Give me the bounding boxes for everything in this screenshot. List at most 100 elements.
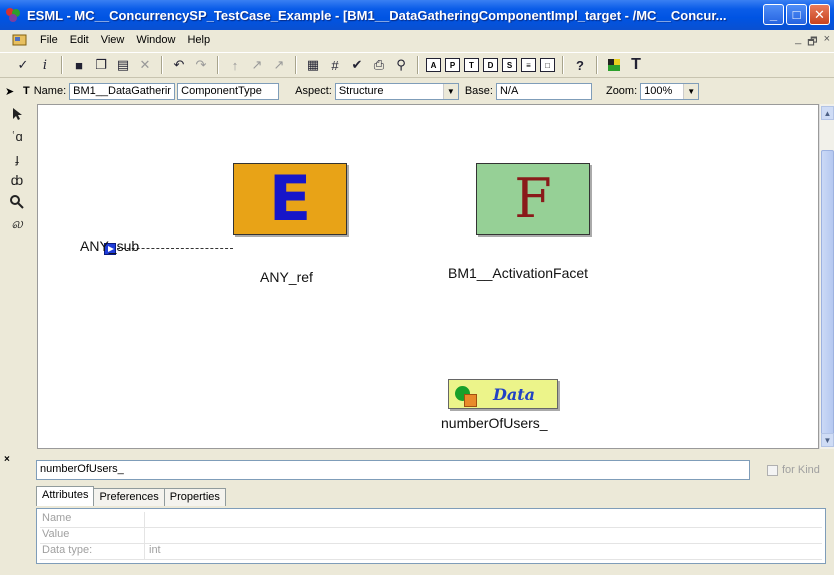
aspect-list-icon[interactable]: ≡: [521, 58, 536, 72]
name-label: Name:: [33, 85, 67, 97]
toolbar-separator: [295, 56, 297, 74]
aspect-s-icon[interactable]: S: [502, 58, 517, 72]
app-icon: [5, 7, 21, 23]
maximize-button[interactable]: □: [786, 4, 807, 25]
type-field: ComponentType: [177, 82, 280, 100]
attribute-key: Name: [40, 512, 145, 527]
diagram-canvas[interactable]: ANY_sub E ANY_ref F BM1__ActivationFacet…: [37, 104, 819, 449]
zoom-icon[interactable]: [7, 193, 27, 211]
tab-attributes[interactable]: Attributes: [36, 486, 95, 506]
for-kind-checkbox[interactable]: for Kind: [767, 464, 820, 476]
attribute-value[interactable]: int: [145, 544, 161, 559]
attribute-value[interactable]: [145, 528, 149, 543]
attribute-row: Data type: int: [40, 544, 822, 560]
aspect-d-icon[interactable]: D: [483, 58, 498, 72]
data-label: numberOfUsers_: [441, 415, 548, 431]
object-browser-panel: × numberOfUsers_ for Kind Attributes Pre…: [0, 452, 834, 575]
disconnect-icon[interactable]: ɟ: [7, 149, 27, 167]
tab-preferences[interactable]: Preferences: [93, 488, 165, 506]
scroll-up-button[interactable]: ▲: [821, 106, 834, 120]
menu-window[interactable]: Window: [130, 34, 181, 46]
help-icon[interactable]: ?: [571, 56, 589, 74]
any-ref-label: ANY_ref: [260, 269, 313, 285]
data-box[interactable]: Data: [448, 379, 558, 409]
toolbar-separator: [161, 56, 163, 74]
aspect-window-icon[interactable]: □: [540, 58, 555, 72]
chevron-down-icon[interactable]: ▼: [442, 83, 458, 99]
aspect-select[interactable]: Structure ▼: [334, 82, 459, 100]
verify-icon[interactable]: ✔: [348, 56, 366, 74]
close-button[interactable]: ✕: [809, 4, 830, 25]
activation-facet-box[interactable]: F: [476, 163, 590, 235]
toolbar-separator: [596, 56, 598, 74]
toolbar-separator: [562, 56, 564, 74]
arrow-up-icon[interactable]: ↑: [226, 56, 244, 74]
window-title: ESML - MC__ConcurrencySP_TestCase_Exampl…: [27, 7, 727, 23]
redo-icon[interactable]: ↷: [192, 56, 210, 74]
scroll-down-button[interactable]: ▼: [821, 433, 834, 447]
document-icon[interactable]: [12, 33, 28, 47]
name-field[interactable]: BM1__DataGatherir: [69, 82, 176, 100]
binoculars-icon[interactable]: ⚲: [392, 56, 410, 74]
toolbar-separator: [417, 56, 419, 74]
base-field: N/A: [495, 82, 592, 100]
connect-icon[interactable]: ʿɑ: [7, 127, 27, 145]
attributes-grid: Name Value Data type: int: [36, 508, 826, 564]
menu-help[interactable]: Help: [181, 34, 216, 46]
panel-close-button[interactable]: ×: [4, 454, 10, 465]
mdi-close-button[interactable]: ×: [824, 33, 830, 52]
aspect-a-icon[interactable]: A: [426, 58, 441, 72]
mdi-restore-button[interactable]: 🗗: [807, 33, 817, 52]
aspect-p-icon[interactable]: P: [445, 58, 460, 72]
port-label: ANY_sub: [80, 238, 140, 254]
menu-bar: File Edit View Window Help _ 🗗 ×: [0, 30, 834, 50]
attribute-row: Name: [40, 512, 822, 528]
hash-icon[interactable]: #: [326, 56, 344, 74]
vertical-scrollbar[interactable]: ▲ ▼: [819, 104, 834, 449]
mdi-minimize-button[interactable]: _: [795, 33, 801, 52]
aspect-t-icon[interactable]: T: [464, 58, 479, 72]
zoom-select[interactable]: 100% ▼: [640, 82, 700, 100]
text-icon[interactable]: T: [627, 56, 645, 74]
title-bar: ESML - MC__ConcurrencySP_TestCase_Exampl…: [0, 0, 834, 30]
box-f-letter: F: [514, 167, 552, 230]
chevron-down-icon[interactable]: ▼: [683, 83, 699, 99]
tab-properties[interactable]: Properties: [163, 488, 226, 506]
grid-icon[interactable]: ▦: [304, 56, 322, 74]
minimize-button[interactable]: _: [763, 4, 784, 25]
toolbar-separator: [217, 56, 219, 74]
toolbar: ✓ i ■ ❐ ▤ ✕ ↶ ↷ ↑ ↗ ↗ ▦ # ✔ ⎙ ⚲ A P T D …: [0, 52, 834, 78]
delete-icon[interactable]: ✕: [136, 56, 154, 74]
italic-i-icon[interactable]: i: [36, 56, 54, 74]
menu-view[interactable]: View: [95, 34, 131, 46]
checkbox-box[interactable]: [767, 464, 778, 476]
name-t-icon: T: [23, 85, 30, 97]
arrow-pointer-icon[interactable]: [7, 105, 27, 123]
paste-icon[interactable]: ▤: [114, 56, 132, 74]
scroll-thumb[interactable]: [821, 150, 834, 440]
check-icon[interactable]: ✓: [14, 56, 32, 74]
attribute-key: Value: [40, 528, 145, 543]
set-mode-icon[interactable]: ȸ: [7, 171, 27, 189]
box-e-letter: E: [268, 162, 312, 235]
object-name-field[interactable]: numberOfUsers_: [36, 460, 750, 480]
data-grid-icon: [464, 394, 477, 407]
arrow-up-right-icon[interactable]: ↗: [248, 56, 266, 74]
undo-icon[interactable]: ↶: [170, 56, 188, 74]
color-icon[interactable]: [605, 56, 623, 74]
visualize-icon[interactable]: ல: [7, 215, 27, 233]
save-icon[interactable]: ■: [70, 56, 88, 74]
any-ref-box[interactable]: E: [233, 163, 347, 235]
base-label: Base:: [464, 85, 493, 97]
copy-icon[interactable]: ❐: [92, 56, 110, 74]
pointer-icon: ➤: [5, 85, 15, 98]
aspect-value: Structure: [338, 84, 384, 97]
arrow-up-right-2-icon[interactable]: ↗: [270, 56, 288, 74]
attribute-value[interactable]: [145, 512, 149, 527]
print-icon[interactable]: ⎙: [370, 56, 388, 74]
aspect-label: Aspect:: [295, 85, 332, 97]
attribute-row: Value: [40, 528, 822, 544]
zoom-value: 100%: [644, 84, 673, 97]
menu-file[interactable]: File: [34, 34, 64, 46]
menu-edit[interactable]: Edit: [64, 34, 95, 46]
